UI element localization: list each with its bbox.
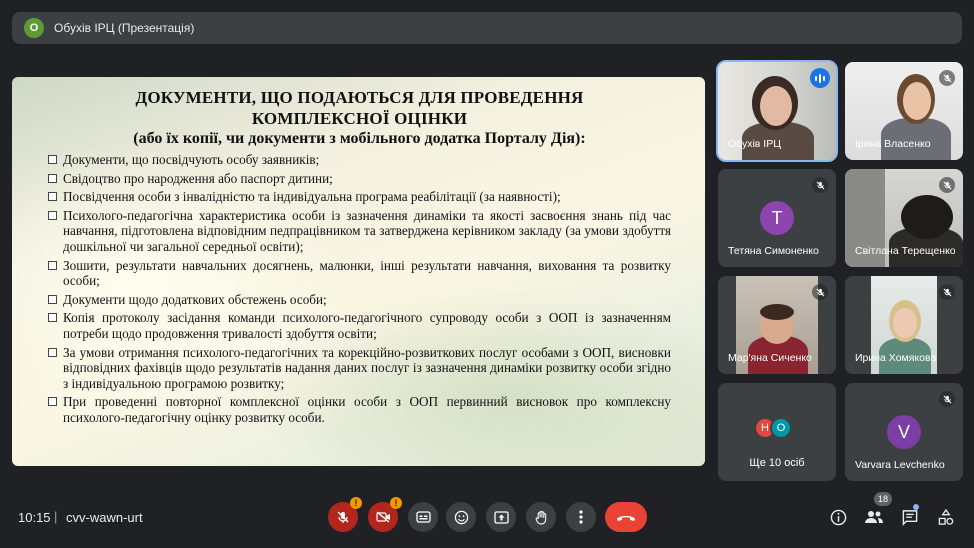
mic-off-icon: [939, 177, 955, 193]
slide-title-line1: ДОКУМЕНТИ, ЩО ПОДАЮТЬСЯ ДЛЯ ПРОВЕДЕННЯ: [135, 88, 584, 107]
camera-toggle-button[interactable]: !: [368, 497, 402, 532]
activities-icon: [938, 508, 954, 525]
raise-hand-button[interactable]: [526, 502, 556, 532]
mic-off-icon: [337, 511, 349, 523]
list-item: Документи щодо додаткових обстежень особ…: [48, 292, 671, 308]
presentation-bar[interactable]: О Обухів ІРЦ (Презентація): [12, 12, 962, 44]
meeting-code: cvv-wawn-urt: [66, 510, 143, 525]
participant-tile-tetiana-symonenko[interactable]: Т Тетяна Симоненко: [718, 169, 836, 267]
list-item-text: Копія протоколу засідання команди психол…: [63, 310, 671, 341]
list-item: Зошити, результати навчальних досягнень,…: [48, 258, 671, 289]
presenter-avatar: О: [24, 18, 44, 38]
present-now-button[interactable]: [486, 502, 516, 532]
participant-name: Мар'яна Сиченко: [728, 352, 812, 364]
warning-icon: !: [350, 497, 362, 509]
list-item-text: Документи щодо додаткових обстежень особ…: [63, 291, 327, 307]
mic-off-icon: [939, 391, 955, 407]
participant-name: Обухів ІРЦ: [728, 138, 781, 150]
info-icon: [830, 509, 846, 525]
participant-tile-varvara-levchenko[interactable]: V Varvara Levchenko: [845, 383, 963, 481]
control-bar: 10:15 | cvv-wawn-urt ! ! 18: [0, 492, 974, 548]
participant-name: Тетяна Симоненко: [728, 245, 819, 257]
speaking-indicator-icon: [810, 68, 830, 88]
people-button[interactable]: [863, 506, 885, 528]
warning-icon: !: [390, 497, 402, 509]
participant-name: Ирина Хомякова: [855, 352, 937, 364]
hang-up-icon: [617, 515, 635, 521]
list-item: Психолого-педагогічна характеристика осо…: [48, 208, 671, 255]
list-item: За умови отримання психолого-педагогічни…: [48, 345, 671, 392]
participant-tile-maryana-sychenko[interactable]: Мар'яна Сиченко: [718, 276, 836, 374]
captions-button[interactable]: [408, 502, 438, 532]
participant-tile-iryna-vlasenko[interactable]: Ірина Власенко: [845, 62, 963, 160]
participant-avatar: V: [887, 415, 921, 449]
other-avatar: О: [770, 417, 792, 439]
participant-avatar: Т: [760, 201, 794, 235]
more-options-button[interactable]: [566, 502, 596, 532]
participant-count-badge: 18: [874, 492, 893, 506]
participant-name: Світлана Терещенко: [855, 245, 955, 257]
checkbox-bullet-icon: [48, 347, 57, 357]
checkbox-bullet-icon: [48, 173, 57, 183]
clock: 10:15: [18, 510, 51, 525]
checkbox-bullet-icon: [48, 313, 57, 323]
checkbox-bullet-icon: [48, 210, 57, 220]
checkbox-bullet-icon: [48, 155, 57, 164]
list-item-text: Психолого-педагогічна характеристика осо…: [63, 207, 671, 254]
presentation-title: Обухів ІРЦ (Презентація): [54, 21, 195, 35]
mic-off-icon: [939, 70, 955, 86]
list-item-text: Зошити, результати навчальних досягнень,…: [63, 257, 671, 289]
list-item-text: За умови отримання психолого-педагогічни…: [63, 344, 671, 391]
others-count-label: Ще 10 осіб: [749, 457, 805, 469]
list-item: Свідоцтво про народження або паспорт дит…: [48, 171, 671, 187]
list-item: Документи, що посвідчують особу заявникі…: [48, 152, 671, 168]
hand-icon: [535, 510, 547, 525]
captions-icon: [415, 511, 431, 523]
more-vert-icon: [579, 510, 583, 524]
shared-screen-slide: ДОКУМЕНТИ, ЩО ПОДАЮТЬСЯ ДЛЯ ПРОВЕДЕННЯ К…: [12, 77, 705, 466]
microphone-toggle-button[interactable]: !: [328, 497, 362, 532]
slide-title-line2: КОМПЛЕКСНОЇ ОЦІНКИ: [251, 109, 468, 128]
mic-off-icon: [812, 177, 828, 193]
activities-button[interactable]: [935, 506, 957, 528]
list-item-text: Посвідчення особи з інвалідністю та інди…: [63, 189, 561, 205]
leave-call-button[interactable]: [605, 502, 647, 532]
participant-name: Varvara Levchenko: [855, 459, 945, 471]
list-item: Копія протоколу засідання команди психол…: [48, 310, 671, 341]
chat-icon: [902, 509, 918, 526]
reactions-button[interactable]: [446, 502, 476, 532]
list-item: При проведенні повторної комплексної оці…: [48, 394, 671, 425]
emoji-icon: [454, 510, 468, 524]
participant-tile-iryna-khomiakova[interactable]: Ирина Хомякова: [845, 276, 963, 374]
mic-off-icon: [939, 284, 955, 300]
meet-window: О Обухів ІРЦ (Презентація) ДОКУМЕНТИ, ЩО…: [0, 0, 974, 548]
checkbox-bullet-icon: [48, 192, 57, 202]
checkbox-bullet-icon: [48, 294, 57, 304]
camera-off-icon: [375, 511, 390, 523]
present-screen-icon: [493, 510, 509, 524]
list-item-text: Свідоцтво про народження або паспорт дит…: [63, 170, 333, 186]
separator: |: [54, 509, 58, 524]
participant-tile-obukhiv[interactable]: Обухів ІРЦ: [716, 60, 838, 162]
others-avatars: Н О: [754, 417, 792, 439]
people-icon: [865, 511, 883, 523]
slide-document-list: Документи, що посвідчують особу заявникі…: [48, 152, 671, 426]
list-item: Посвідчення особи з інвалідністю та інди…: [48, 189, 671, 205]
participant-name: Ірина Власенко: [855, 138, 931, 150]
checkbox-bullet-icon: [48, 397, 57, 407]
slide-subtitle: (або їх копії, чи документи з мобільного…: [133, 130, 586, 147]
mic-off-icon: [812, 284, 828, 300]
list-item-text: Документи, що посвідчують особу заявникі…: [63, 152, 320, 167]
chat-notification-dot: [913, 504, 919, 510]
meeting-details-button[interactable]: [827, 506, 849, 528]
others-tile[interactable]: Н О Ще 10 осіб: [718, 383, 836, 481]
list-item-text: При проведенні повторної комплексної оці…: [63, 394, 671, 425]
checkbox-bullet-icon: [48, 260, 57, 270]
participant-tile-svitlana-tereshchenko[interactable]: Світлана Терещенко: [845, 169, 963, 267]
